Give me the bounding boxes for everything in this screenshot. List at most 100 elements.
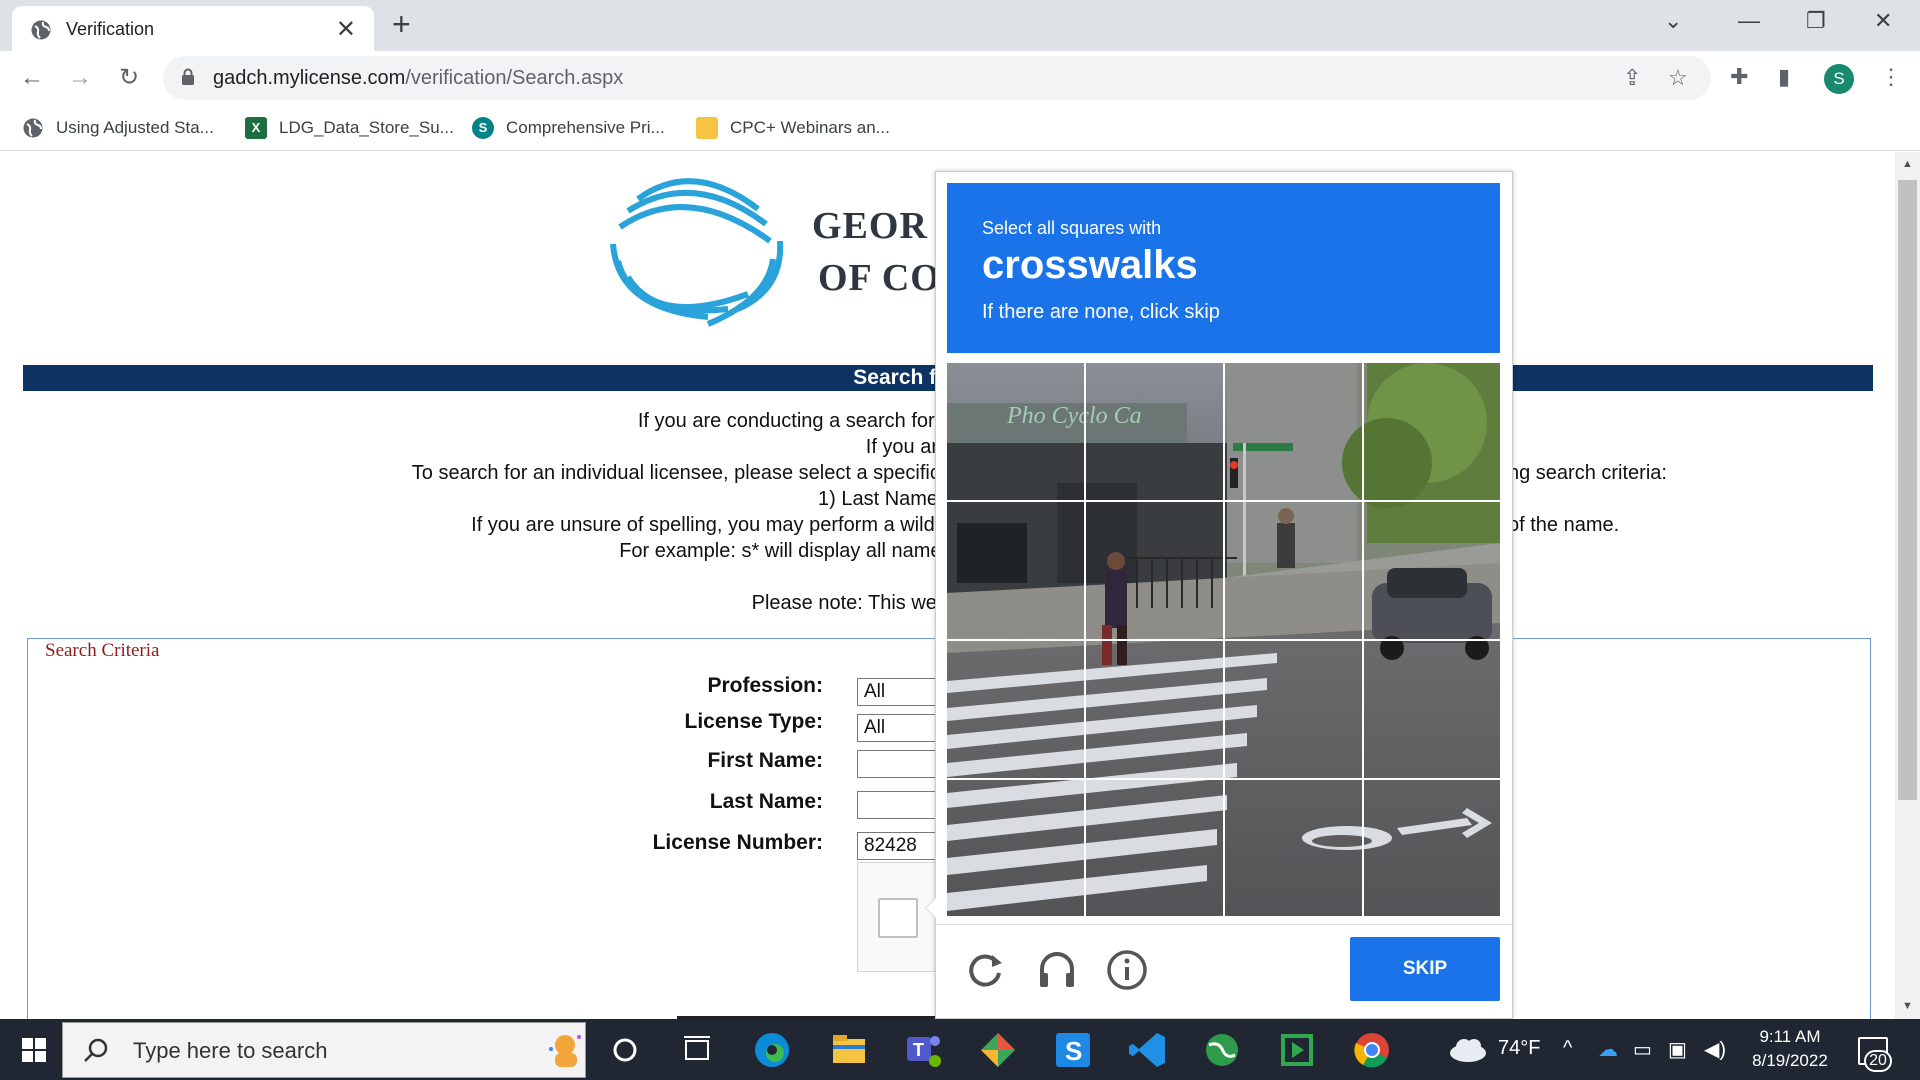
- first-name-label: First Name:: [707, 749, 823, 772]
- close-window-icon[interactable]: ✕: [1874, 8, 1892, 34]
- forward-icon[interactable]: →: [63, 61, 97, 95]
- svg-text:S: S: [1065, 1036, 1082, 1066]
- onedrive-icon[interactable]: ☁: [1598, 1037, 1618, 1062]
- teams-icon[interactable]: T: [903, 1029, 945, 1071]
- reload-challenge-icon[interactable]: [962, 947, 1008, 993]
- bookmark-item[interactable]: CPC+ Webinars an...: [696, 115, 890, 141]
- cortana-icon[interactable]: [604, 1029, 646, 1071]
- scroll-down-icon[interactable]: ▼: [1902, 1000, 1913, 1012]
- battery-icon[interactable]: ▭: [1633, 1037, 1652, 1062]
- license-number-label: License Number:: [652, 831, 823, 854]
- tab-search-icon[interactable]: ⌄: [1664, 8, 1682, 34]
- new-tab-icon[interactable]: +: [392, 6, 411, 43]
- extensions-icon[interactable]: ✚: [1730, 64, 1748, 90]
- captcha-tile[interactable]: [1364, 641, 1500, 777]
- sharepoint-icon: S: [472, 117, 494, 139]
- captcha-tile[interactable]: [947, 363, 1083, 499]
- git-client-icon[interactable]: [977, 1029, 1019, 1071]
- search-highlight-icon: [549, 1035, 581, 1067]
- back-icon[interactable]: ←: [15, 61, 49, 95]
- info-icon[interactable]: [1104, 947, 1150, 993]
- search-placeholder: Type here to search: [133, 1038, 328, 1063]
- media-player-icon[interactable]: [1276, 1029, 1318, 1071]
- captcha-tile[interactable]: [1086, 502, 1222, 638]
- recaptcha-checkbox[interactable]: [878, 898, 918, 938]
- profile-avatar[interactable]: S: [1824, 64, 1854, 94]
- captcha-tile[interactable]: [947, 502, 1083, 638]
- bookmark-item[interactable]: S Comprehensive Pri...: [472, 115, 665, 141]
- slack-s-icon[interactable]: S: [1052, 1029, 1094, 1071]
- captcha-tile[interactable]: [1225, 502, 1361, 638]
- svg-text:T: T: [913, 1040, 924, 1060]
- restore-icon[interactable]: ❐: [1806, 8, 1826, 34]
- info-line: ng search criteria:: [1508, 462, 1667, 484]
- bookmark-label: Comprehensive Pri...: [506, 118, 665, 137]
- scroll-up-icon[interactable]: ▲: [1902, 158, 1913, 170]
- challenge-grid: Pho Cyclo Ca: [947, 363, 1500, 916]
- profession-label: Profession:: [707, 674, 823, 697]
- browser-toolbar: ← → ↻ gadch.mylicense.com/verification/S…: [0, 51, 1920, 105]
- chrome-icon[interactable]: [1351, 1029, 1393, 1071]
- windows-start-icon[interactable]: [22, 1038, 46, 1062]
- globe-icon: [23, 118, 43, 138]
- cloud-weather-icon[interactable]: [1448, 1035, 1488, 1063]
- weather-temperature[interactable]: 74°F: [1498, 1037, 1540, 1060]
- bookmark-label: Using Adjusted Sta...: [56, 118, 214, 137]
- brand-line-1: GEOR: [812, 205, 928, 247]
- last-name-label: Last Name:: [709, 790, 823, 813]
- scrollbar-thumb[interactable]: [1898, 180, 1917, 800]
- side-panel-icon[interactable]: ▮: [1778, 64, 1790, 90]
- reload-icon[interactable]: ↻: [112, 61, 146, 95]
- license-type-label: License Type:: [684, 710, 824, 733]
- captcha-tile[interactable]: [947, 780, 1083, 916]
- bookmark-item[interactable]: X LDG_Data_Store_Su...: [245, 115, 454, 141]
- volume-icon[interactable]: ◀): [1704, 1037, 1726, 1062]
- page-scrollbar[interactable]: ▲ ▼: [1895, 152, 1920, 1019]
- captcha-challenge: Select all squares with crosswalks If th…: [925, 171, 1513, 1019]
- show-hidden-icons-icon[interactable]: ^: [1563, 1037, 1572, 1060]
- url-text: gadch.mylicense.com/verification/Search.…: [213, 67, 624, 89]
- menu-icon[interactable]: ⋮: [1880, 64, 1902, 90]
- address-bar[interactable]: gadch.mylicense.com/verification/Search.…: [163, 56, 1711, 100]
- captcha-tile[interactable]: [1225, 641, 1361, 777]
- minimize-icon[interactable]: —: [1738, 8, 1760, 34]
- skip-button[interactable]: SKIP: [1350, 937, 1500, 1001]
- captcha-tile[interactable]: [1364, 502, 1500, 638]
- bookmark-label: LDG_Data_Store_Su...: [279, 118, 454, 137]
- file-explorer-icon[interactable]: [828, 1029, 870, 1071]
- captcha-tile[interactable]: [1086, 641, 1222, 777]
- captcha-tile[interactable]: [1364, 363, 1500, 499]
- close-tab-icon[interactable]: ✕: [336, 15, 356, 44]
- clock-date: 8/19/2022: [1752, 1051, 1828, 1070]
- vscode-icon[interactable]: [1127, 1029, 1169, 1071]
- captcha-tile[interactable]: [1086, 363, 1222, 499]
- lock-icon: [182, 68, 194, 85]
- excel-icon: X: [245, 117, 267, 139]
- share-icon[interactable]: ⇪: [1623, 65, 1641, 91]
- taskbar-search[interactable]: Type here to search: [62, 1022, 586, 1078]
- captcha-tile[interactable]: [1086, 780, 1222, 916]
- system-clock[interactable]: 9:11 AM 8/19/2022: [1742, 1025, 1838, 1073]
- bookmark-label: CPC+ Webinars an...: [730, 118, 890, 137]
- captcha-tile[interactable]: [947, 641, 1083, 777]
- task-view-icon[interactable]: [676, 1029, 718, 1071]
- captcha-tile[interactable]: [1225, 363, 1361, 499]
- globe-icon: [31, 20, 51, 40]
- bookmark-item[interactable]: Using Adjusted Sta...: [22, 115, 214, 141]
- tab-verification[interactable]: Verification ✕: [12, 6, 374, 51]
- captcha-tile[interactable]: [1364, 780, 1500, 916]
- star-icon[interactable]: ☆: [1668, 65, 1688, 91]
- globe-app-icon[interactable]: [1201, 1029, 1243, 1071]
- tab-title: Verification: [66, 19, 155, 39]
- captcha-tile[interactable]: [1225, 780, 1361, 916]
- challenge-object: crosswalks: [982, 243, 1198, 287]
- challenge-footer-divider: [936, 924, 1512, 925]
- audio-challenge-icon[interactable]: [1034, 947, 1080, 993]
- challenge-prompt: Select all squares with: [982, 218, 1162, 238]
- edge-icon[interactable]: [751, 1029, 793, 1071]
- challenge-pointer: [925, 897, 936, 919]
- tab-strip: Verification ✕ + ⌄ — ❐ ✕: [0, 0, 1920, 51]
- board-logo: [610, 178, 784, 327]
- network-icon[interactable]: ▣: [1668, 1037, 1687, 1062]
- info-line: of the name.: [1508, 514, 1620, 536]
